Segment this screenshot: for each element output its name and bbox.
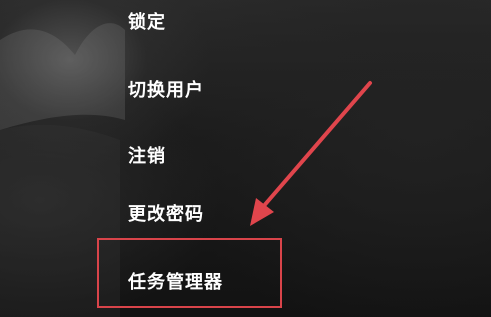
lock-option[interactable]: 锁定	[128, 6, 166, 40]
change-password-option[interactable]: 更改密码	[128, 198, 204, 232]
highlight-box	[97, 238, 282, 308]
ctrl-alt-del-screen: 锁定 切换用户 注销 更改密码 任务管理器	[0, 0, 491, 317]
switch-user-option[interactable]: 切换用户	[128, 74, 204, 108]
sign-out-option[interactable]: 注销	[128, 140, 166, 174]
